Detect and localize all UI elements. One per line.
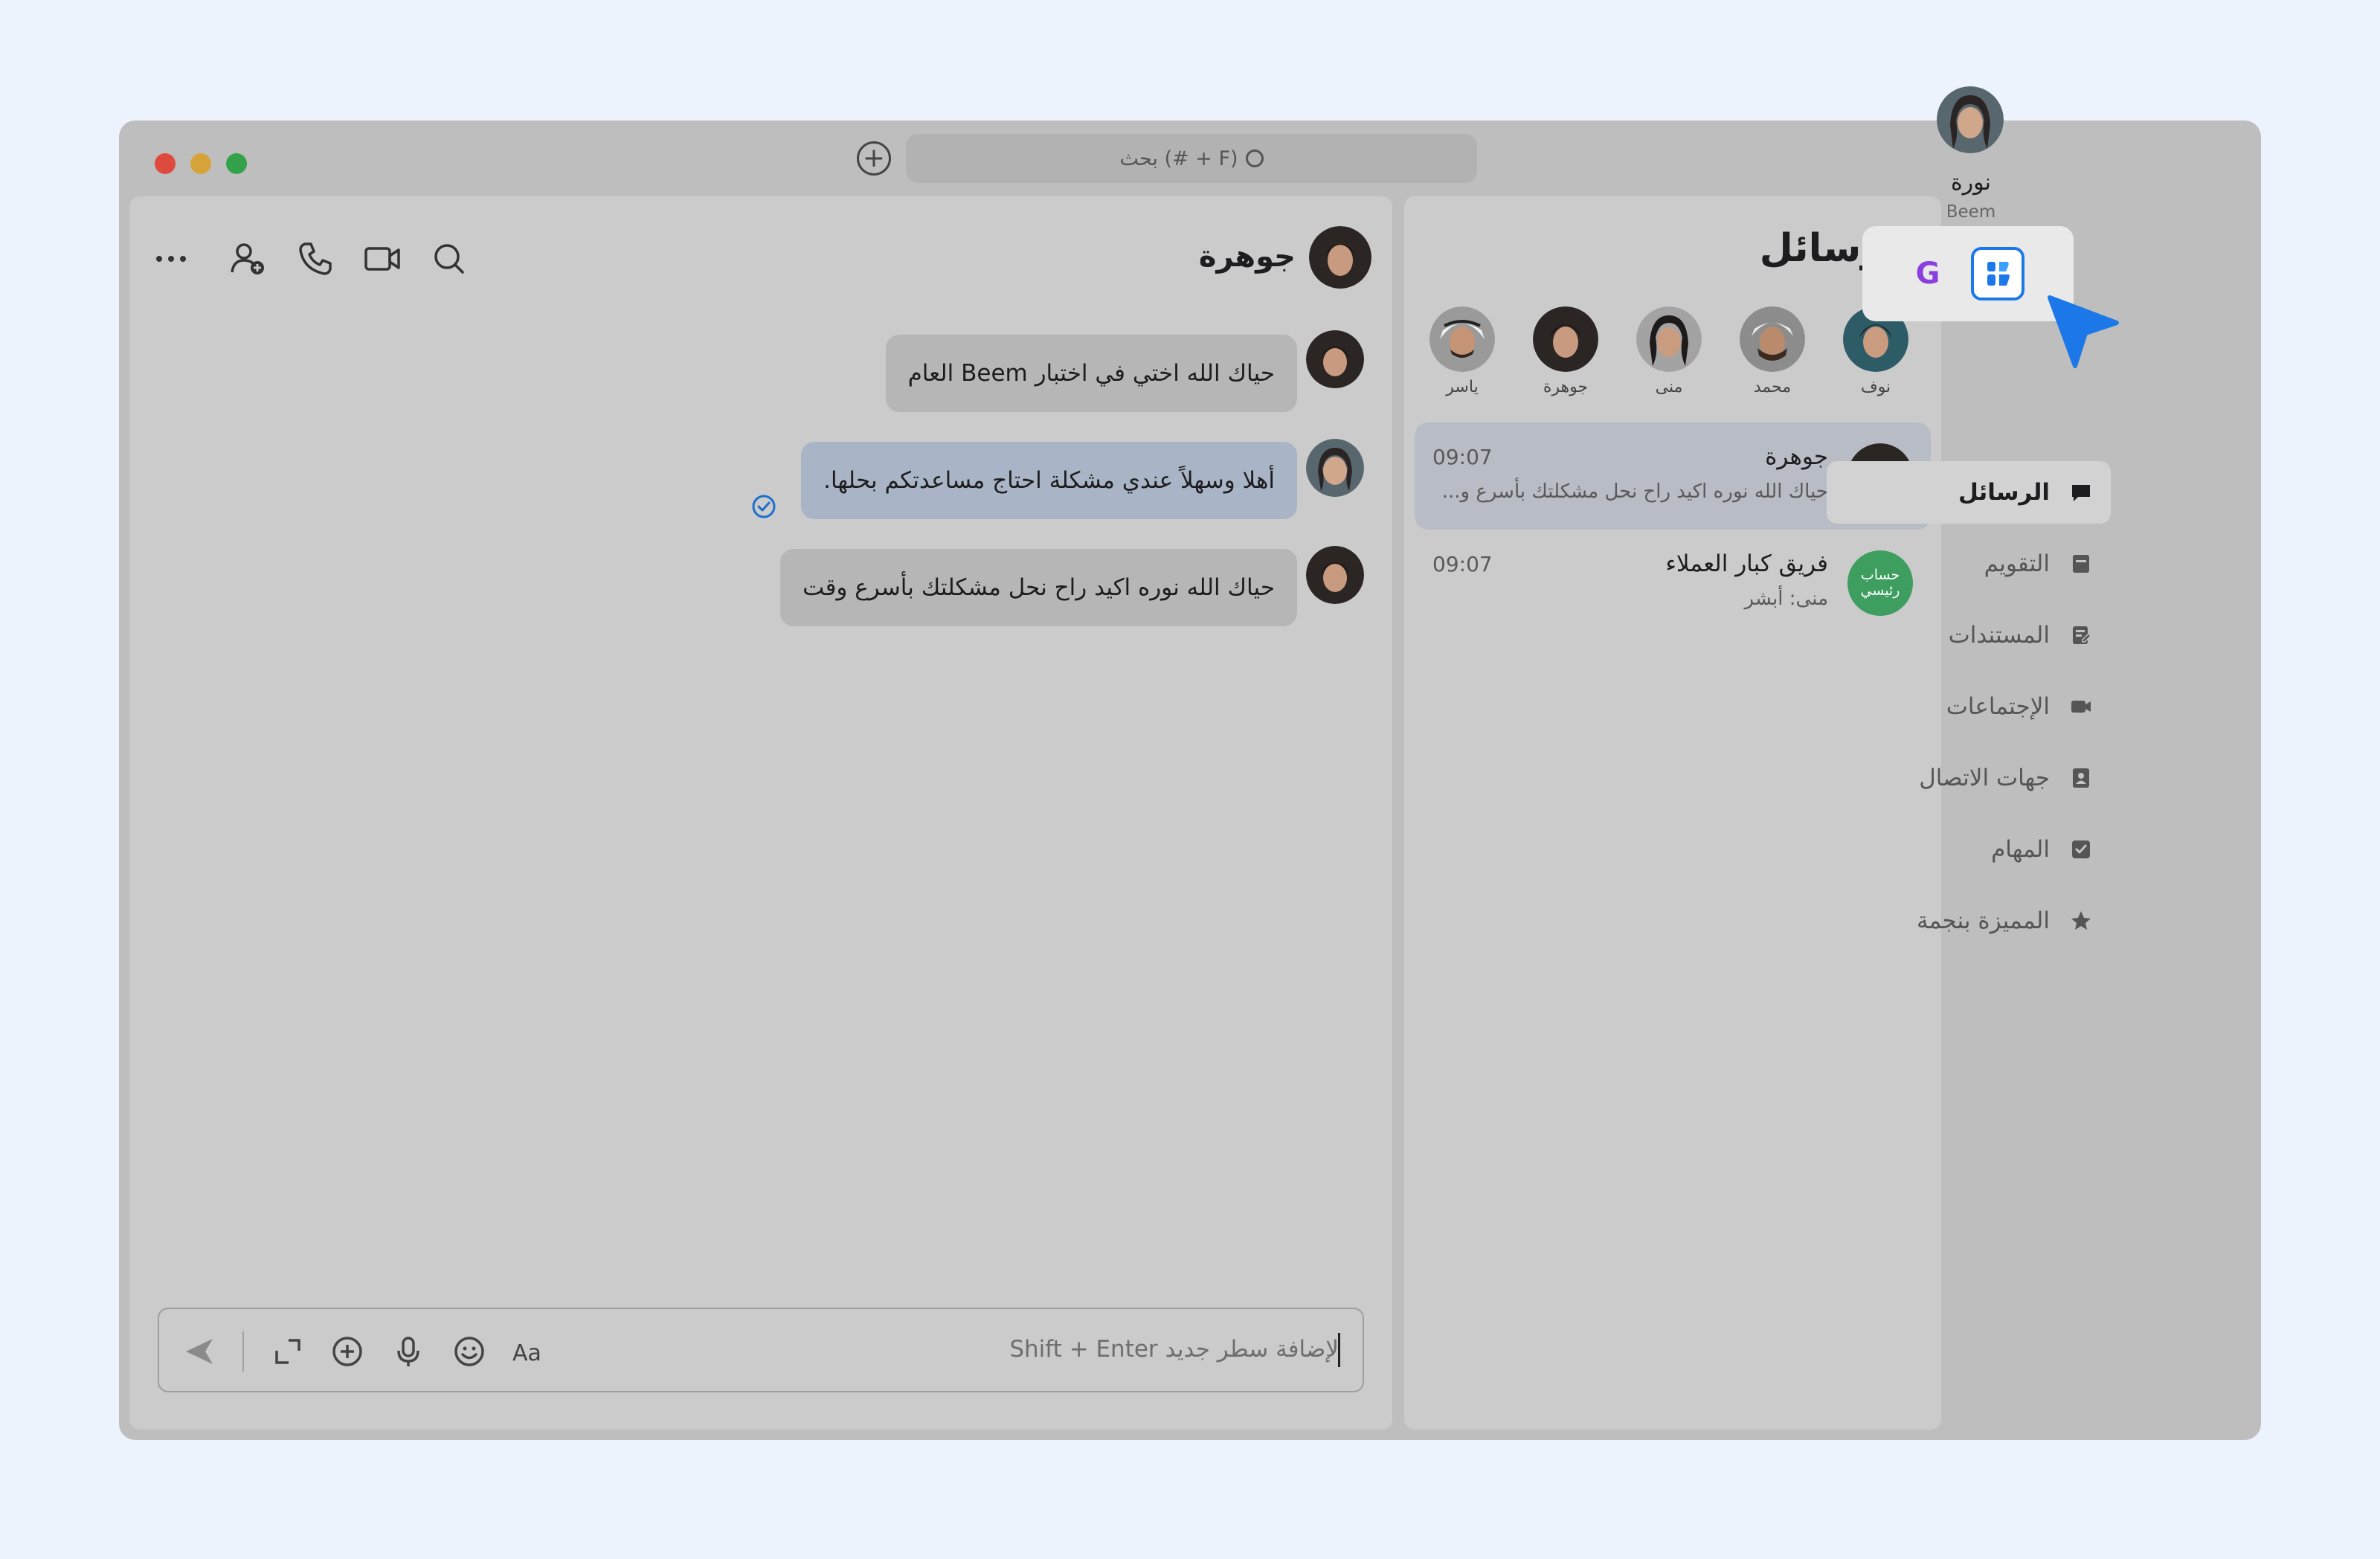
story-item[interactable]: جوهرة — [1533, 306, 1598, 396]
nav-meetings[interactable]: الإجتماعات — [1827, 675, 2111, 738]
story-avatar — [1636, 306, 1702, 372]
global-search-input[interactable]: بحث (# + F) — [906, 134, 1477, 183]
message-bubble[interactable]: حياك الله نوره اكيد راح نحل مشكلتك بأسرع… — [780, 549, 1297, 626]
conversation-name: فريق كبار العملاء — [1665, 550, 1828, 577]
beem-workspace-icon[interactable] — [1971, 247, 2024, 300]
nav-documents[interactable]: المستندات — [1827, 604, 2111, 666]
microphone-icon[interactable] — [391, 1334, 425, 1369]
own-avatar[interactable] — [1306, 439, 1364, 497]
story-avatar — [1429, 306, 1495, 372]
video-call-icon[interactable] — [363, 240, 402, 278]
pointer-cursor-icon — [2048, 295, 2119, 368]
story-name: محمد — [1753, 378, 1792, 396]
documents-icon — [2073, 626, 2092, 644]
nav-contacts[interactable]: جهات الاتصال — [1827, 747, 2111, 809]
checkbox-icon — [2072, 840, 2090, 858]
beem-logo-icon — [1987, 262, 2010, 286]
conversation-time: 09:07 — [1432, 552, 1493, 576]
nav-calendar[interactable]: التقويم — [1827, 533, 2111, 595]
star-icon — [2071, 911, 2091, 930]
message-text: حياك الله اختي في اختبار Beem العام — [907, 360, 1275, 387]
nav-label: المهام — [1991, 836, 2050, 863]
profile-org: Beem — [1946, 202, 1996, 222]
nav-label: الإجتماعات — [1946, 693, 2050, 720]
text-format-icon[interactable]: Aa — [512, 1334, 546, 1369]
more-options-icon[interactable] — [152, 240, 190, 278]
read-receipt-icon — [752, 495, 776, 518]
zoom-window-button[interactable] — [226, 153, 247, 174]
search-icon — [1245, 150, 1264, 167]
message-composer[interactable]: Shift + Enter لإضافة سطر جديد Aa — [158, 1308, 1364, 1392]
nav-label: المميزة بنجمة — [1917, 907, 2050, 934]
composer-placeholder: Shift + Enter لإضافة سطر جديد — [1009, 1336, 1339, 1363]
story-name: جوهرة — [1543, 378, 1589, 396]
nav-messages[interactable]: الرسائل — [1827, 461, 2111, 524]
nav-label: الرسائل — [1958, 479, 2050, 506]
minimize-window-button[interactable] — [190, 153, 211, 174]
story-item[interactable]: ياسر — [1429, 306, 1495, 396]
message-bubble[interactable]: حياك الله اختي في اختبار Beem العام — [885, 335, 1297, 412]
story-name: ياسر — [1446, 378, 1479, 396]
chat-icon — [2072, 485, 2090, 501]
search-placeholder: بحث (# + F) — [1119, 147, 1238, 170]
messages-list-panel: الرسائل نوف محمد منى جوهرة ياسر جوهرة حي… — [1404, 196, 1941, 1430]
chat-title: جوهرة — [1198, 240, 1296, 274]
story-avatar — [1533, 306, 1598, 372]
profile-name: نورة — [1950, 170, 1992, 196]
conversation-name: جوهرة — [1765, 443, 1828, 470]
sender-avatar[interactable] — [1306, 330, 1364, 388]
phone-icon[interactable] — [296, 240, 335, 278]
emoji-icon[interactable] — [452, 1334, 486, 1369]
story-name: منى — [1655, 378, 1683, 396]
profile-avatar[interactable] — [1937, 86, 2004, 153]
composer-divider — [242, 1331, 244, 1372]
conversation-preview: منى: أبشر — [1744, 588, 1828, 610]
svg-text:Aa: Aa — [512, 1340, 541, 1366]
message-text: أهلا وسهلاً عندي مشكلة احتاج مساعدتكم بح… — [823, 467, 1275, 494]
search-icon[interactable] — [430, 240, 469, 278]
add-member-icon[interactable] — [229, 240, 268, 278]
chat-panel: جوهرة حياك الله اختي في اختبار Beem العا… — [129, 196, 1392, 1430]
nav-label: المستندات — [1948, 622, 2050, 649]
nav-label: جهات الاتصال — [1919, 765, 2050, 791]
video-icon — [2071, 701, 2091, 713]
send-icon[interactable] — [181, 1334, 216, 1369]
story-name: نوف — [1860, 378, 1891, 396]
calendar-icon — [2073, 555, 2089, 573]
message-text: حياك الله نوره اكيد راح نحل مشكلتك بأسرع… — [803, 574, 1275, 601]
sender-avatar[interactable] — [1306, 546, 1364, 604]
story-avatar — [1740, 306, 1805, 372]
chat-avatar[interactable] — [1309, 226, 1371, 289]
story-item[interactable]: محمد — [1740, 306, 1805, 396]
message-bubble-sent[interactable]: أهلا وسهلاً عندي مشكلة احتاج مساعدتكم بح… — [801, 442, 1297, 519]
contacts-icon — [2073, 768, 2089, 788]
nav-tasks[interactable]: المهام — [1827, 818, 2111, 881]
nav-label: التقويم — [1984, 550, 2050, 577]
conversation-preview: حياك الله نوره اكيد راح نحل مشكلتك بأسرع… — [1441, 480, 1828, 503]
plus-icon: + — [862, 143, 886, 173]
attach-icon[interactable] — [330, 1334, 364, 1369]
text-caret — [1338, 1333, 1340, 1367]
close-window-button[interactable] — [155, 153, 176, 174]
expand-icon[interactable] — [271, 1334, 305, 1369]
conversation-time: 09:07 — [1432, 445, 1493, 469]
story-item[interactable]: منى — [1636, 306, 1702, 396]
google-workspace-icon[interactable]: G — [1907, 253, 1949, 295]
new-item-button[interactable]: + — [857, 141, 891, 176]
nav-starred[interactable]: المميزة بنجمة — [1827, 890, 2111, 952]
